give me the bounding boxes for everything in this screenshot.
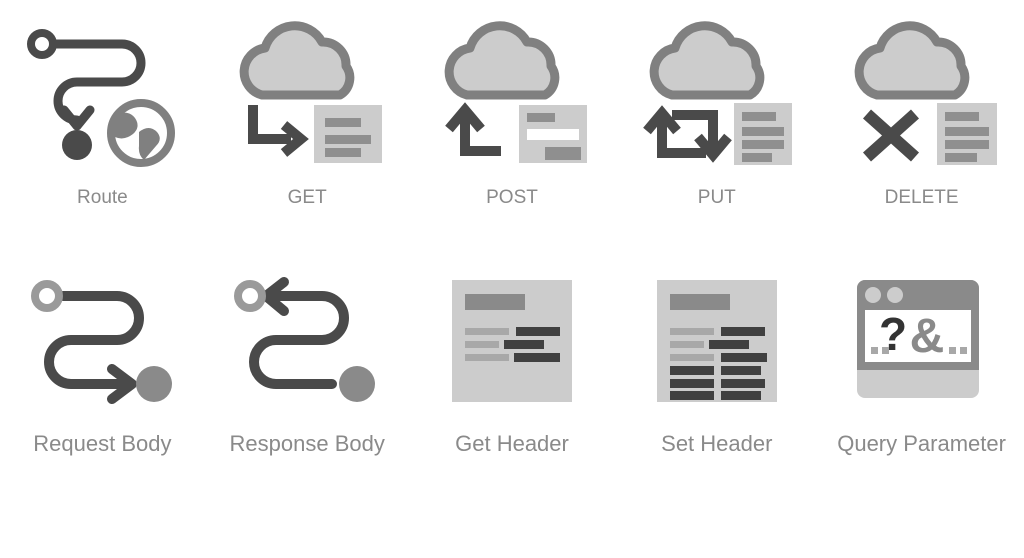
icon-cell-delete[interactable]: DELETE [819, 8, 1024, 207]
get-icon [217, 8, 397, 176]
document-icon [733, 103, 792, 165]
icon-cell-set-header[interactable]: Set Header [614, 269, 819, 455]
payload-and-header-row: Request Body Response Body Get Header Se… [0, 207, 1024, 455]
header-title-bar [464, 294, 525, 310]
get-header-icon [422, 269, 602, 419]
icon-cell-query-parameter[interactable]: ? & Query Parameter [819, 269, 1024, 455]
route-start-node [27, 29, 58, 59]
route-end-node [62, 130, 93, 160]
icon-cell-request-body[interactable]: Request Body [0, 269, 205, 455]
query-parameter-icon: ? & [832, 269, 1012, 419]
response-source-node [339, 366, 376, 402]
response-target-node [234, 280, 267, 312]
request-flow-path [44, 291, 145, 404]
http-methods-row: Route GET POST PUT DELETE [0, 0, 1024, 207]
icon-cell-get-header[interactable]: Get Header [410, 269, 615, 455]
header-title-bar [669, 294, 730, 310]
icon-cell-get[interactable]: GET [205, 8, 410, 207]
form-icon [518, 105, 587, 163]
cloud-icon [649, 21, 765, 100]
request-target-node [136, 366, 173, 402]
document-icon [314, 105, 383, 163]
arrow-down-right-icon [248, 105, 310, 157]
request-source-node [31, 280, 64, 312]
cloud-icon [444, 21, 560, 100]
put-icon [627, 8, 807, 176]
icon-cell-response-body[interactable]: Response Body [205, 269, 410, 455]
icon-cell-route[interactable]: Route [0, 8, 205, 207]
route-icon [12, 8, 192, 176]
icon-label: Get Header [455, 431, 569, 456]
cycle-arrows-icon [642, 105, 732, 163]
cloud-icon [854, 21, 969, 100]
window-dot-two [886, 287, 903, 303]
response-body-icon [217, 269, 397, 419]
icon-cell-post[interactable]: POST [410, 8, 615, 207]
icon-label: GET [287, 187, 327, 208]
icon-cell-put[interactable]: PUT [614, 8, 819, 207]
close-x-icon [862, 109, 919, 162]
request-body-icon [12, 269, 192, 419]
window-dot-one [864, 287, 881, 303]
ampersand-glyph: & [909, 310, 944, 363]
delete-icon [832, 8, 1012, 176]
icon-label: Route [77, 187, 128, 208]
cloud-icon [239, 21, 355, 100]
icon-label: Query Parameter [837, 431, 1006, 456]
icon-sheet: Route GET POST PUT DELETE Request Body R… [0, 0, 1024, 558]
icon-label: PUT [697, 187, 736, 208]
post-icon [422, 8, 602, 176]
set-header-icon [627, 269, 807, 419]
icon-label: Response Body [229, 431, 385, 456]
document-icon [936, 103, 997, 165]
response-flow-path [249, 277, 350, 389]
arrow-up-icon [445, 102, 501, 156]
icon-label: POST [486, 187, 538, 208]
icon-label: Request Body [33, 431, 172, 456]
icon-label: DELETE [884, 187, 959, 208]
globe-icon [107, 99, 176, 167]
icon-label: Set Header [661, 431, 773, 456]
